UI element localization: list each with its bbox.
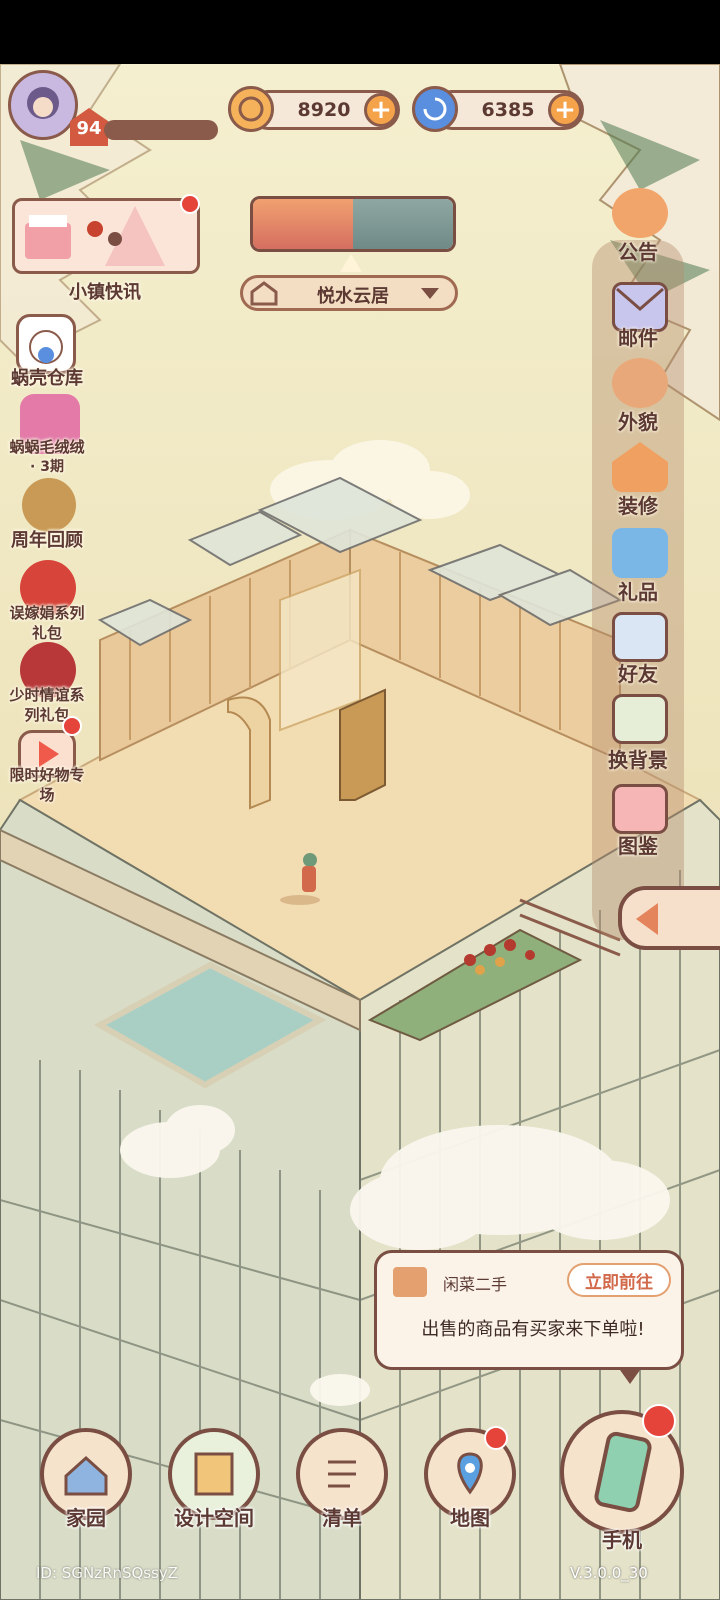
chevron-down-icon <box>421 288 439 299</box>
plush-sublabel: · 3期 <box>30 459 64 475</box>
news-label: 小镇快讯 <box>69 282 141 303</box>
experience-bar <box>104 120 218 140</box>
decorate-label: 装修 <box>618 494 658 518</box>
shell-swirl-icon <box>412 86 458 132</box>
design-label: 设计空间 <box>174 1506 254 1530</box>
add-shells-button[interactable]: + <box>548 93 582 127</box>
background-icon[interactable] <box>612 694 668 744</box>
shop-label: 限时好物专 <box>9 766 85 784</box>
chevron-left-icon <box>636 903 658 935</box>
shop-notify-dot <box>62 716 82 736</box>
appearance-label: 外貌 <box>618 410 658 434</box>
phone-notify-dot <box>642 1404 676 1438</box>
gift-icon[interactable] <box>612 528 668 578</box>
shop-sublabel: 场 <box>39 786 55 804</box>
news-banner[interactable] <box>12 198 200 274</box>
album-label: 图鉴 <box>618 834 658 858</box>
game-screen: 94 8920 + 6385 + 悦水云居 小镇快讯 蜗壳仓库 蜗蜗毛绒绒 · … <box>0 0 720 1600</box>
location-selector[interactable]: 悦水云居 <box>240 275 458 311</box>
collapse-panel-button[interactable] <box>618 886 720 950</box>
add-coins-button[interactable]: + <box>364 93 398 127</box>
house-icon <box>249 280 279 306</box>
bubble-tail-icon <box>620 1370 640 1384</box>
gift-label: 礼品 <box>618 580 658 604</box>
plush-label: 蜗蜗毛绒绒 <box>9 438 85 456</box>
player-avatar[interactable] <box>8 70 78 140</box>
game-scene[interactable]: 94 8920 + 6385 + 悦水云居 小镇快讯 蜗壳仓库 蜗蜗毛绒绒 · … <box>0 64 720 1600</box>
friends-label: 好友 <box>618 662 658 686</box>
friendship-pack-label: 少时情谊系 <box>9 686 85 704</box>
player-level: 94 <box>76 118 102 139</box>
rose-pack-sublabel: 礼包 <box>31 624 62 642</box>
avatar-portrait-icon <box>27 87 59 119</box>
shell-value: 6385 <box>481 99 535 121</box>
notification-bubble[interactable]: 闲菜二手 立即前往 出售的商品有买家来下单啦! <box>374 1250 684 1370</box>
album-icon[interactable] <box>612 784 668 834</box>
moon-icon <box>353 199 453 249</box>
anniversary-label: 周年回顾 <box>11 530 83 551</box>
day-night-toggle[interactable] <box>250 196 456 252</box>
time-indicator-icon <box>340 254 362 272</box>
notification-message: 出售的商品有买家来下单啦! <box>421 1319 645 1340</box>
go-now-button[interactable]: 立即前往 <box>567 1263 671 1297</box>
mail-label: 邮件 <box>618 326 658 350</box>
sun-icon <box>253 199 353 249</box>
warehouse-label: 蜗壳仓库 <box>11 368 83 389</box>
coin-icon <box>228 86 274 132</box>
map-label: 地图 <box>450 1506 490 1530</box>
coin-value: 8920 <box>297 99 351 121</box>
news-banner-icon <box>25 206 165 266</box>
location-name: 悦水云居 <box>317 286 389 307</box>
home-label: 家园 <box>66 1506 106 1530</box>
phone-label: 手机 <box>602 1528 642 1552</box>
friend-book-icon[interactable] <box>612 612 668 662</box>
player-id: ID: SGNzRnSQssyZ <box>36 1564 179 1582</box>
box-icon <box>393 1267 427 1297</box>
anniversary-icon[interactable] <box>22 478 76 532</box>
announcement-label: 公告 <box>618 240 658 264</box>
change-background-label: 换背景 <box>608 748 668 772</box>
map-notify-dot <box>484 1426 508 1450</box>
news-notify-dot <box>180 194 200 214</box>
megaphone-icon[interactable] <box>612 188 668 238</box>
avatar-icon[interactable] <box>612 358 668 408</box>
rose-pack-label: 误嫁娟系列 <box>9 604 85 622</box>
notification-title: 闲菜二手 <box>443 1275 508 1294</box>
version-text: V.3.0.0_30 <box>570 1564 648 1582</box>
list-label: 清单 <box>322 1506 362 1530</box>
